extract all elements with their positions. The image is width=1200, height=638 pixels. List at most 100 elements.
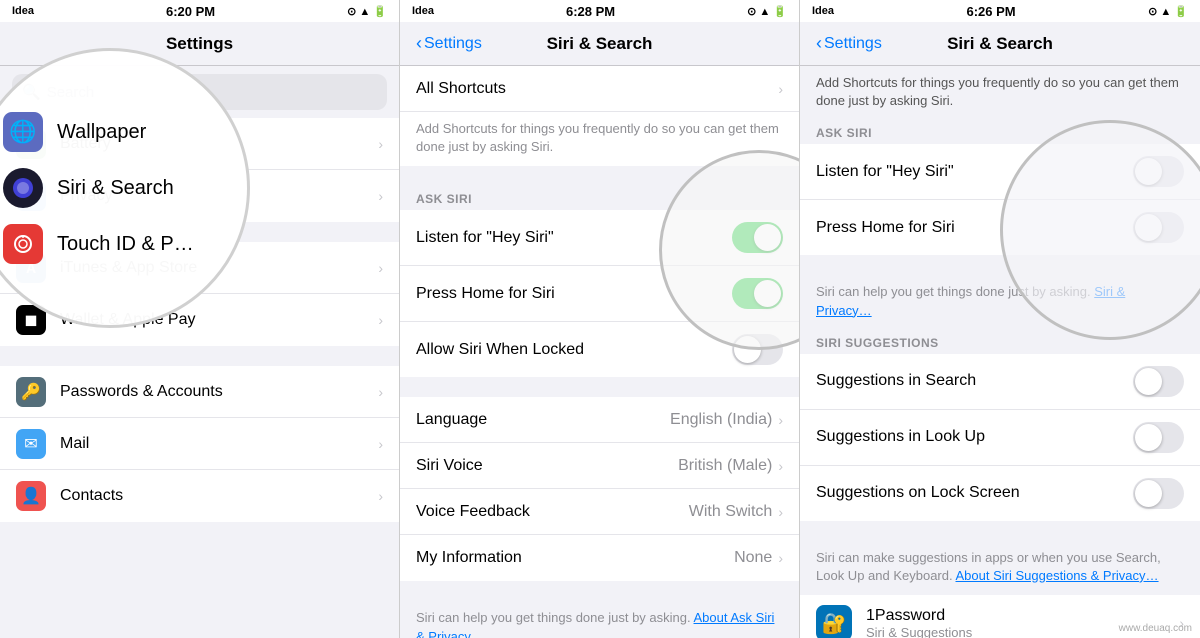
p3-suggestions-lockscreen-label: Suggestions on Lock Screen — [816, 484, 1133, 502]
ask-siri-header: ASK SIRI — [400, 186, 799, 210]
press-home-toggle[interactable] — [732, 278, 783, 309]
p3-siri-note: Siri can help you get things done just b… — [800, 275, 1200, 329]
circle-item-siri: Siri & Search — [3, 168, 217, 208]
p3-suggestions-lockscreen-thumb — [1135, 480, 1162, 507]
p3-chevron-left-icon: ‹ — [816, 33, 822, 54]
circle-item-wallpaper: 🌐 Wallpaper — [3, 112, 217, 152]
press-home-label: Press Home for Siri — [416, 285, 732, 303]
p3-back-button[interactable]: ‹ Settings — [816, 33, 882, 54]
p3-nav-title: Siri & Search — [947, 34, 1053, 54]
mail-icon: ✉ — [16, 429, 46, 459]
wallpaper-circle-label: Wallpaper — [57, 121, 146, 144]
feedback-label: Voice Feedback — [416, 503, 689, 521]
p3-suggestions-lookup-label: Suggestions in Look Up — [816, 428, 1133, 446]
p3-ask-siri-group: Listen for "Hey Siri" Press Home for Sir… — [800, 144, 1200, 255]
p3-press-home-toggle[interactable] — [1133, 212, 1184, 243]
p3-suggestions-lockscreen-toggle[interactable] — [1133, 478, 1184, 509]
status-icons-1: ⊙ ▲ 🔋 — [347, 5, 387, 18]
chevron-left-icon: ‹ — [416, 33, 422, 54]
settings-item-passwords[interactable]: 🔑 Passwords & Accounts › — [0, 366, 399, 418]
voice-value: British (Male) — [678, 457, 772, 475]
feedback-item[interactable]: Voice Feedback With Switch › — [400, 489, 799, 535]
time-3: 6:26 PM — [966, 4, 1015, 19]
p3-suggestions-group: Suggestions in Search Suggestions in Loo… — [800, 354, 1200, 521]
hey-siri-label: Listen for "Hey Siri" — [416, 229, 732, 247]
p3-suggestions-search-item[interactable]: Suggestions in Search — [800, 354, 1200, 410]
status-bar-1: Idea 6:20 PM ⊙ ▲ 🔋 — [0, 0, 399, 22]
myinfo-label: My Information — [416, 549, 734, 567]
p3-hey-siri-item[interactable]: Listen for "Hey Siri" — [800, 144, 1200, 200]
carrier-1: Idea — [12, 5, 34, 17]
p3-suggestions-lookup-thumb — [1135, 424, 1162, 451]
myinfo-value: None — [734, 549, 772, 567]
contacts-label: Contacts — [60, 487, 378, 505]
p3-press-home-label: Press Home for Siri — [816, 219, 1133, 237]
siri-circle-icon — [3, 168, 43, 208]
p3-press-home-item[interactable]: Press Home for Siri — [800, 200, 1200, 255]
voice-chevron: › — [778, 458, 783, 474]
p3-siri-privacy-link[interactable]: Siri & Privacy… — [816, 284, 1125, 317]
time-2: 6:28 PM — [566, 4, 615, 19]
touchid-circle-icon — [3, 224, 43, 264]
language-label: Language — [416, 411, 670, 429]
p1-title: Settings — [166, 34, 233, 54]
allow-locked-item[interactable]: Allow Siri When Locked — [400, 322, 799, 377]
siri-list-right: Add Shortcuts for things you frequently … — [800, 66, 1200, 638]
siri-settings-group: Language English (India) › Siri Voice Br… — [400, 397, 799, 581]
hey-siri-item[interactable]: Listen for "Hey Siri" — [400, 210, 799, 266]
privacy-chevron: › — [378, 188, 383, 204]
p3-suggestions-search-toggle[interactable] — [1133, 366, 1184, 397]
carrier-3: Idea — [812, 5, 834, 17]
p2-navbar: ‹ Settings Siri & Search — [400, 22, 799, 66]
siri-note-middle: Siri can help you get things done just b… — [400, 601, 799, 638]
siri-circle-label: Siri & Search — [57, 177, 174, 200]
passwords-icon: 🔑 — [16, 377, 46, 407]
status-bar-2: Idea 6:28 PM ⊙ ▲ 🔋 — [400, 0, 799, 22]
p3-suggestions-lockscreen-item[interactable]: Suggestions on Lock Screen — [800, 466, 1200, 521]
p3-ask-siri-header: ASK SIRI — [800, 120, 1200, 144]
press-home-thumb — [754, 280, 781, 307]
contacts-icon: 👤 — [16, 481, 46, 511]
p2-back-button[interactable]: ‹ Settings — [416, 33, 482, 54]
status-bar-3: Idea 6:26 PM ⊙ ▲ 🔋 — [800, 0, 1200, 22]
ask-siri-group: Listen for "Hey Siri" Press Home for Sir… — [400, 210, 799, 377]
settings-item-mail[interactable]: ✉ Mail › — [0, 418, 399, 470]
watermark: www.deuaq.com — [1119, 623, 1192, 634]
p2-nav-title: Siri & Search — [547, 34, 653, 54]
shortcuts-group: All Shortcuts › Add Shortcuts for things… — [400, 66, 799, 166]
settings-item-contacts[interactable]: 👤 Contacts › — [0, 470, 399, 522]
p3-suggestions-note: Siri can make suggestions in apps or whe… — [800, 541, 1200, 595]
myinfo-item[interactable]: My Information None › — [400, 535, 799, 581]
p3-hey-siri-thumb — [1135, 158, 1162, 185]
circle-item-touchid: Touch ID & P… — [3, 224, 217, 264]
mail-chevron: › — [378, 436, 383, 452]
p3-top-note: Add Shortcuts for things you frequently … — [800, 66, 1200, 120]
press-home-item[interactable]: Press Home for Siri — [400, 266, 799, 322]
p3-navbar: ‹ Settings Siri & Search — [800, 22, 1200, 66]
battery-chevron: › — [378, 136, 383, 152]
mail-label: Mail — [60, 435, 378, 453]
feedback-chevron: › — [778, 504, 783, 520]
p3-hey-siri-toggle[interactable] — [1133, 156, 1184, 187]
p3-suggestions-privacy-link[interactable]: About Siri Suggestions & Privacy… — [956, 568, 1159, 583]
language-item[interactable]: Language English (India) › — [400, 397, 799, 443]
p3-back-label: Settings — [824, 35, 882, 53]
hey-siri-toggle[interactable] — [732, 222, 783, 253]
allow-locked-thumb — [734, 336, 761, 363]
hey-siri-thumb — [754, 224, 781, 251]
allow-locked-toggle[interactable] — [732, 334, 783, 365]
passwords-label: Passwords & Accounts — [60, 383, 378, 401]
p3-suggestions-header: SIRI SUGGESTIONS — [800, 330, 1200, 354]
status-icons-3: ⊙ ▲ 🔋 — [1148, 5, 1188, 18]
p3-suggestions-lookup-item[interactable]: Suggestions in Look Up — [800, 410, 1200, 466]
voice-item[interactable]: Siri Voice British (Male) › — [400, 443, 799, 489]
panel-siri-right: Idea 6:26 PM ⊙ ▲ 🔋 ‹ Settings Siri & Sea… — [800, 0, 1200, 638]
p3-suggestions-lookup-toggle[interactable] — [1133, 422, 1184, 453]
siri-privacy-link[interactable]: About Ask Siri & Privacy… — [416, 610, 774, 638]
itunes-chevron: › — [378, 260, 383, 276]
wallpaper-circle-icon: 🌐 — [3, 112, 43, 152]
all-shortcuts-item[interactable]: All Shortcuts › — [400, 66, 799, 112]
allow-locked-label: Allow Siri When Locked — [416, 341, 732, 359]
panel-siri-middle: Idea 6:28 PM ⊙ ▲ 🔋 ‹ Settings Siri & Sea… — [400, 0, 800, 638]
language-chevron: › — [778, 412, 783, 428]
